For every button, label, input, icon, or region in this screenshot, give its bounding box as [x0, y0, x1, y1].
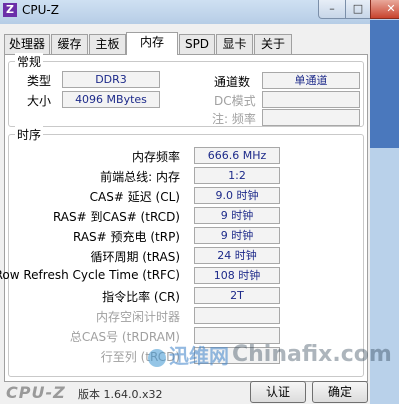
watermark-xunwei-text: 迅维网: [169, 344, 229, 368]
title-bar: Z CPU-Z – □ ✕: [0, 0, 399, 24]
command-rate-value: 2T: [194, 287, 280, 304]
type-label: 类型: [27, 74, 52, 88]
watermark-logo-icon: [148, 348, 166, 367]
maximize-button[interactable]: □: [345, 0, 371, 19]
channels-value: 单通道: [262, 72, 360, 89]
tab-memory[interactable]: 内存: [126, 32, 178, 55]
dram-frequency-label: 内存频率: [131, 150, 180, 164]
command-rate-label: 指令比率 (CR): [102, 290, 180, 304]
tab-spd[interactable]: SPD: [179, 34, 215, 54]
cycle-time-value: 24 时钟: [194, 247, 280, 264]
nb-frequency-label: 注: 频率: [212, 112, 256, 126]
fsb-dram-label: 前端总线: 内存: [100, 170, 180, 184]
status-bar: CPU-Z 版本 1.64.0.x32 认证 确定: [0, 380, 370, 404]
size-value: 4096 MBytes: [62, 91, 160, 108]
dc-mode-value: [262, 91, 360, 108]
version-label: 版本 1.64.0.x32: [78, 388, 163, 401]
window-title: CPU-Z: [22, 3, 59, 17]
cpuz-logo-icon: Z: [3, 3, 17, 17]
minimize-button[interactable]: –: [318, 0, 346, 19]
ras-precharge-label: RAS# 预充电 (tRP): [72, 230, 180, 244]
dram-frequency-value: 666.6 MHz: [194, 147, 280, 164]
memory-panel: 常规 类型 DDR3 大小 4096 MBytes 通道数 单通道 DC模式 注…: [0, 53, 368, 382]
fsb-dram-value: 1:2: [194, 167, 280, 184]
tab-caches[interactable]: 缓存: [51, 34, 88, 54]
trfc-label: Row Refresh Cycle Time (tRFC): [0, 268, 180, 282]
tab-mainboard[interactable]: 主板: [89, 34, 126, 54]
tab-about[interactable]: 关于: [254, 34, 292, 54]
size-label: 大小: [27, 94, 52, 108]
watermark-chinafix: Chinafix.com: [232, 342, 392, 367]
validate-button[interactable]: 认证: [250, 381, 306, 403]
nb-frequency-value: [262, 109, 360, 126]
tab-cpu[interactable]: 处理器: [4, 34, 50, 54]
ras-to-cas-label: RAS# 到CAS# (tRCD): [52, 210, 180, 224]
dram-idle-timer-value: [194, 307, 280, 324]
channels-label: 通道数: [214, 75, 251, 89]
ok-button[interactable]: 确定: [312, 381, 368, 403]
cas-latency-value: 9.0 时钟: [194, 187, 280, 204]
type-value: DDR3: [62, 71, 160, 88]
cas-latency-label: CAS# 延迟 (CL): [89, 190, 180, 204]
general-group-title: 常规: [15, 53, 44, 70]
dram-idle-timer-label: 内存空闲计时器: [95, 310, 180, 324]
cpuz-brand-logo: CPU-Z: [6, 383, 66, 402]
tab-graphics[interactable]: 显卡: [216, 34, 253, 54]
cycle-time-label: 循环周期 (tRAS): [90, 250, 180, 264]
timings-group-title: 时序: [15, 126, 44, 143]
watermark-xunwei: 迅维网: [148, 340, 229, 369]
dc-mode-label: DC模式: [214, 94, 256, 108]
trfc-value: 108 时钟: [194, 267, 280, 284]
close-button[interactable]: ✕: [370, 0, 399, 19]
ras-precharge-value: 9 时钟: [194, 227, 280, 244]
background-window: [370, 20, 399, 148]
ras-to-cas-value: 9 时钟: [194, 207, 280, 224]
general-group: 常规 类型 DDR3 大小 4096 MBytes 通道数 单通道 DC模式 注…: [8, 53, 364, 127]
